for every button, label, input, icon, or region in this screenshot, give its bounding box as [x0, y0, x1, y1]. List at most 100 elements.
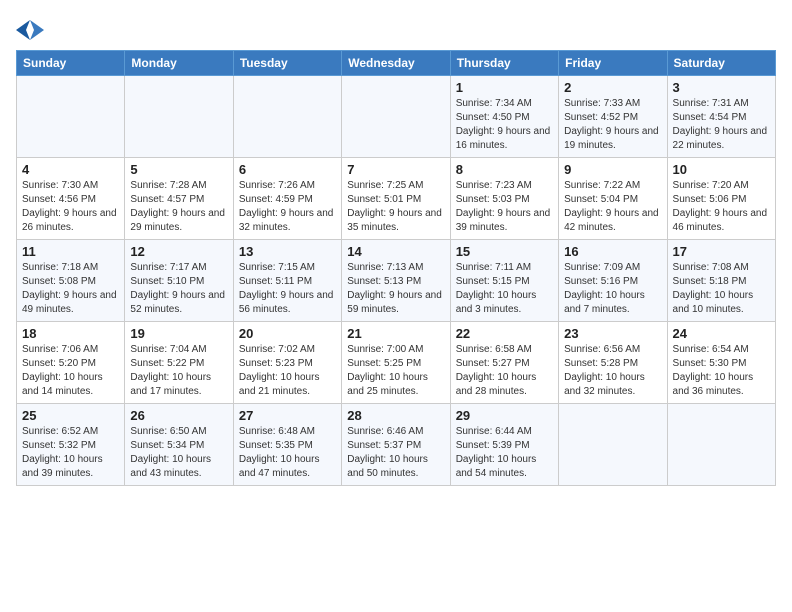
- day-info: Sunrise: 7:00 AM Sunset: 5:25 PM Dayligh…: [347, 343, 444, 399]
- day-number: 12: [130, 244, 227, 259]
- day-info: Sunrise: 7:34 AM Sunset: 4:50 PM Dayligh…: [456, 97, 553, 153]
- calendar-cell: [233, 76, 341, 158]
- day-number: 13: [239, 244, 336, 259]
- day-info: Sunrise: 7:33 AM Sunset: 4:52 PM Dayligh…: [564, 97, 661, 153]
- day-number: 11: [22, 244, 119, 259]
- calendar-cell: 6 Sunrise: 7:26 AM Sunset: 4:59 PM Daylig…: [233, 158, 341, 240]
- calendar-cell: 10 Sunrise: 7:20 AM Sunset: 5:06 PM Dayli…: [667, 158, 775, 240]
- calendar-cell: 8 Sunrise: 7:23 AM Sunset: 5:03 PM Daylig…: [450, 158, 558, 240]
- calendar-cell: [667, 404, 775, 486]
- day-number: 29: [456, 408, 553, 423]
- day-info: Sunrise: 7:06 AM Sunset: 5:20 PM Dayligh…: [22, 343, 119, 399]
- calendar-cell: 2 Sunrise: 7:33 AM Sunset: 4:52 PM Daylig…: [559, 76, 667, 158]
- day-number: 14: [347, 244, 444, 259]
- page-header: [16, 16, 776, 44]
- calendar-cell: 22 Sunrise: 6:58 AM Sunset: 5:27 PM Dayli…: [450, 322, 558, 404]
- calendar-cell: 17 Sunrise: 7:08 AM Sunset: 5:18 PM Dayli…: [667, 240, 775, 322]
- day-number: 4: [22, 162, 119, 177]
- logo: [16, 16, 48, 44]
- day-number: 24: [673, 326, 770, 341]
- calendar-cell: [125, 76, 233, 158]
- day-number: 25: [22, 408, 119, 423]
- day-number: 22: [456, 326, 553, 341]
- day-info: Sunrise: 7:11 AM Sunset: 5:15 PM Dayligh…: [456, 261, 553, 317]
- day-number: 8: [456, 162, 553, 177]
- day-number: 5: [130, 162, 227, 177]
- week-row-5: 25 Sunrise: 6:52 AM Sunset: 5:32 PM Dayli…: [17, 404, 776, 486]
- day-number: 7: [347, 162, 444, 177]
- calendar-cell: 28 Sunrise: 6:46 AM Sunset: 5:37 PM Dayli…: [342, 404, 450, 486]
- day-info: Sunrise: 7:28 AM Sunset: 4:57 PM Dayligh…: [130, 179, 227, 235]
- day-info: Sunrise: 7:18 AM Sunset: 5:08 PM Dayligh…: [22, 261, 119, 317]
- week-row-3: 11 Sunrise: 7:18 AM Sunset: 5:08 PM Dayli…: [17, 240, 776, 322]
- day-info: Sunrise: 6:54 AM Sunset: 5:30 PM Dayligh…: [673, 343, 770, 399]
- calendar-cell: 5 Sunrise: 7:28 AM Sunset: 4:57 PM Daylig…: [125, 158, 233, 240]
- day-info: Sunrise: 7:08 AM Sunset: 5:18 PM Dayligh…: [673, 261, 770, 317]
- day-header-tuesday: Tuesday: [233, 51, 341, 76]
- calendar-cell: 20Sunrise: 7:02 AM Sunset: 5:23 PM Dayli…: [233, 322, 341, 404]
- calendar-table: SundayMondayTuesdayWednesdayThursdayFrid…: [16, 50, 776, 486]
- calendar-cell: [559, 404, 667, 486]
- day-header-thursday: Thursday: [450, 51, 558, 76]
- day-info: Sunrise: 7:22 AM Sunset: 5:04 PM Dayligh…: [564, 179, 661, 235]
- day-number: 6: [239, 162, 336, 177]
- calendar-cell: 9Sunrise: 7:22 AM Sunset: 5:04 PM Daylig…: [559, 158, 667, 240]
- day-number: 28: [347, 408, 444, 423]
- day-info: Sunrise: 7:15 AM Sunset: 5:11 PM Dayligh…: [239, 261, 336, 317]
- day-info: Sunrise: 7:20 AM Sunset: 5:06 PM Dayligh…: [673, 179, 770, 235]
- day-number: 18: [22, 326, 119, 341]
- calendar-cell: 23 Sunrise: 6:56 AM Sunset: 5:28 PM Dayli…: [559, 322, 667, 404]
- day-info: Sunrise: 7:23 AM Sunset: 5:03 PM Dayligh…: [456, 179, 553, 235]
- calendar-cell: 1 Sunrise: 7:34 AM Sunset: 4:50 PM Daylig…: [450, 76, 558, 158]
- calendar-cell: 14 Sunrise: 7:13 AM Sunset: 5:13 PM Dayli…: [342, 240, 450, 322]
- day-number: 1: [456, 80, 553, 95]
- week-row-1: 1 Sunrise: 7:34 AM Sunset: 4:50 PM Daylig…: [17, 76, 776, 158]
- day-number: 27: [239, 408, 336, 423]
- day-info: Sunrise: 6:50 AM Sunset: 5:34 PM Dayligh…: [130, 425, 227, 481]
- day-number: 26: [130, 408, 227, 423]
- day-info: Sunrise: 7:04 AM Sunset: 5:22 PM Dayligh…: [130, 343, 227, 399]
- day-number: 15: [456, 244, 553, 259]
- day-header-saturday: Saturday: [667, 51, 775, 76]
- day-info: Sunrise: 7:13 AM Sunset: 5:13 PM Dayligh…: [347, 261, 444, 317]
- day-header-friday: Friday: [559, 51, 667, 76]
- calendar-cell: [17, 76, 125, 158]
- day-info: Sunrise: 7:17 AM Sunset: 5:10 PM Dayligh…: [130, 261, 227, 317]
- day-info: Sunrise: 6:48 AM Sunset: 5:35 PM Dayligh…: [239, 425, 336, 481]
- calendar-cell: 4Sunrise: 7:30 AM Sunset: 4:56 PM Daylig…: [17, 158, 125, 240]
- calendar-cell: 16 Sunrise: 7:09 AM Sunset: 5:16 PM Dayli…: [559, 240, 667, 322]
- calendar-cell: 7Sunrise: 7:25 AM Sunset: 5:01 PM Daylig…: [342, 158, 450, 240]
- day-info: Sunrise: 7:31 AM Sunset: 4:54 PM Dayligh…: [673, 97, 770, 153]
- day-number: 21: [347, 326, 444, 341]
- day-number: 17: [673, 244, 770, 259]
- day-info: Sunrise: 6:58 AM Sunset: 5:27 PM Dayligh…: [456, 343, 553, 399]
- calendar-cell: 25 Sunrise: 6:52 AM Sunset: 5:32 PM Dayli…: [17, 404, 125, 486]
- day-header-wednesday: Wednesday: [342, 51, 450, 76]
- day-number: 16: [564, 244, 661, 259]
- calendar-cell: 15 Sunrise: 7:11 AM Sunset: 5:15 PM Dayli…: [450, 240, 558, 322]
- calendar-cell: 19 Sunrise: 7:04 AM Sunset: 5:22 PM Dayli…: [125, 322, 233, 404]
- day-header-monday: Monday: [125, 51, 233, 76]
- day-info: Sunrise: 6:56 AM Sunset: 5:28 PM Dayligh…: [564, 343, 661, 399]
- day-number: 2: [564, 80, 661, 95]
- day-number: 20: [239, 326, 336, 341]
- calendar-cell: 29 Sunrise: 6:44 AM Sunset: 5:39 PM Dayli…: [450, 404, 558, 486]
- calendar-cell: 26 Sunrise: 6:50 AM Sunset: 5:34 PM Dayli…: [125, 404, 233, 486]
- day-number: 23: [564, 326, 661, 341]
- day-info: Sunrise: 7:26 AM Sunset: 4:59 PM Dayligh…: [239, 179, 336, 235]
- day-info: Sunrise: 6:52 AM Sunset: 5:32 PM Dayligh…: [22, 425, 119, 481]
- calendar-cell: 12 Sunrise: 7:17 AM Sunset: 5:10 PM Dayli…: [125, 240, 233, 322]
- day-header-sunday: Sunday: [17, 51, 125, 76]
- day-number: 19: [130, 326, 227, 341]
- day-number: 10: [673, 162, 770, 177]
- calendar-header-row: SundayMondayTuesdayWednesdayThursdayFrid…: [17, 51, 776, 76]
- day-number: 3: [673, 80, 770, 95]
- calendar-cell: [342, 76, 450, 158]
- day-info: Sunrise: 6:44 AM Sunset: 5:39 PM Dayligh…: [456, 425, 553, 481]
- calendar-cell: 11 Sunrise: 7:18 AM Sunset: 5:08 PM Dayli…: [17, 240, 125, 322]
- logo-bird-icon: [16, 16, 44, 44]
- day-info: Sunrise: 7:09 AM Sunset: 5:16 PM Dayligh…: [564, 261, 661, 317]
- day-info: Sunrise: 6:46 AM Sunset: 5:37 PM Dayligh…: [347, 425, 444, 481]
- week-row-4: 18 Sunrise: 7:06 AM Sunset: 5:20 PM Dayli…: [17, 322, 776, 404]
- calendar-cell: 18 Sunrise: 7:06 AM Sunset: 5:20 PM Dayli…: [17, 322, 125, 404]
